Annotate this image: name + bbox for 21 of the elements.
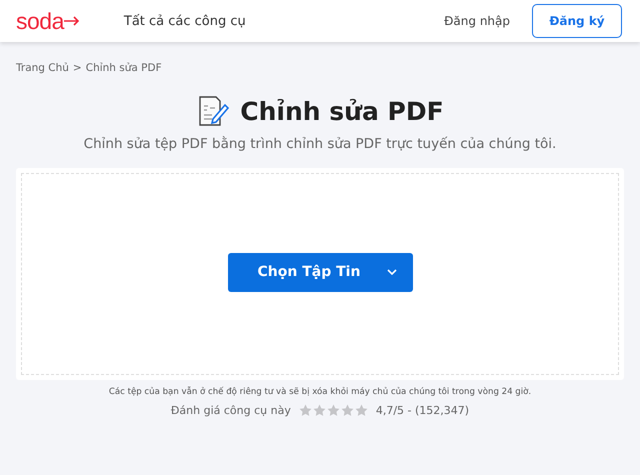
page-title: Chỉnh sửa PDF <box>240 96 444 126</box>
signup-button[interactable]: Đăng ký <box>532 4 622 38</box>
rating-score: 4,7/5 - (152,347) <box>376 404 470 417</box>
star-icon[interactable] <box>354 404 368 417</box>
rating-label: Đánh giá công cụ này <box>170 404 291 417</box>
logo[interactable]: soda <box>16 8 80 34</box>
star-icon[interactable] <box>312 404 326 417</box>
breadcrumb-separator: > <box>72 62 82 74</box>
choose-file-button[interactable]: Chọn Tập Tin <box>228 252 412 292</box>
login-link[interactable]: Đăng nhập <box>444 14 510 28</box>
chevron-down-icon <box>386 269 396 275</box>
arrow-icon <box>64 16 80 26</box>
page-subtitle: Chỉnh sửa tệp PDF bằng trình chỉnh sửa PDF trực tuyến của chúng tôi. <box>82 136 558 152</box>
nav-link[interactable]: Tất cả các công cụ <box>124 14 246 28</box>
breadcrumb-current: Chỉnh sửa PDF <box>86 62 162 74</box>
star-icon[interactable] <box>298 404 312 417</box>
privacy-note: Các tệp của bạn vẫn ở chế độ riêng tư và sẽ bị xóa khỏi máy chủ của chúng tôi trong vòng 24 giờ. <box>108 387 532 397</box>
star-icon[interactable] <box>340 404 354 417</box>
drop-zone[interactable]: Chọn Tập Tin <box>21 173 619 375</box>
breadcrumb-link[interactable]: Trang Chủ <box>16 62 69 74</box>
star-icon[interactable] <box>326 404 340 417</box>
